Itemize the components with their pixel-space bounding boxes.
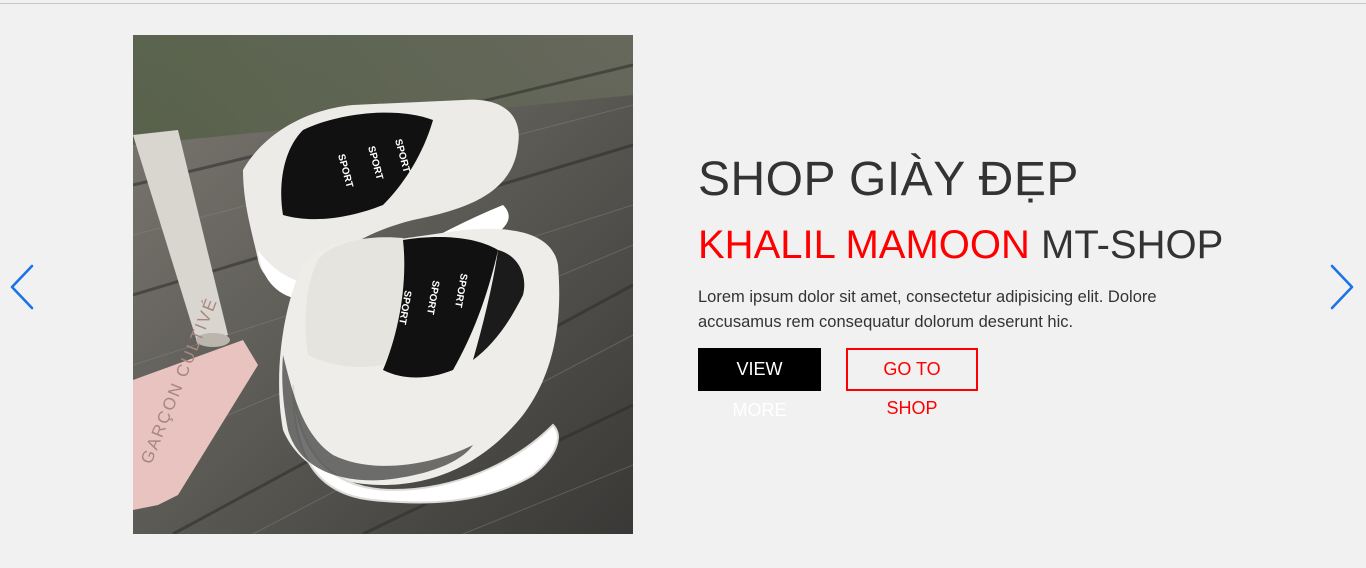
hero-slider: GARÇON CULTIVÉ SPORT SPORT SPORT SPORT S… xyxy=(0,4,1366,568)
slide-description: Lorem ipsum dolor sit amet, consectetur … xyxy=(698,288,1157,331)
product-image: GARÇON CULTIVÉ SPORT SPORT SPORT SPORT S… xyxy=(133,35,633,534)
brand-name: KHALIL MAMOON xyxy=(698,223,1030,267)
chevron-left-icon xyxy=(10,264,34,310)
slide-buttons: VIEW MORE GO TO SHOP xyxy=(698,348,1298,420)
slider-prev-button[interactable] xyxy=(6,262,36,312)
go-to-shop-button[interactable]: GO TO SHOP xyxy=(846,348,978,418)
slide-caption: SHOP GIÀY ĐẸP KHALIL MAMOON MT-SHOP Lore… xyxy=(698,152,1298,420)
slide-title: SHOP GIÀY ĐẸP xyxy=(698,153,1079,206)
chevron-right-icon xyxy=(1330,264,1354,310)
slide-subtitle: KHALIL MAMOON MT-SHOP xyxy=(698,222,1298,268)
brand-suffix: MT-SHOP xyxy=(1041,223,1224,267)
slider-next-button[interactable] xyxy=(1328,262,1358,312)
view-more-button[interactable]: VIEW MORE xyxy=(698,348,821,420)
